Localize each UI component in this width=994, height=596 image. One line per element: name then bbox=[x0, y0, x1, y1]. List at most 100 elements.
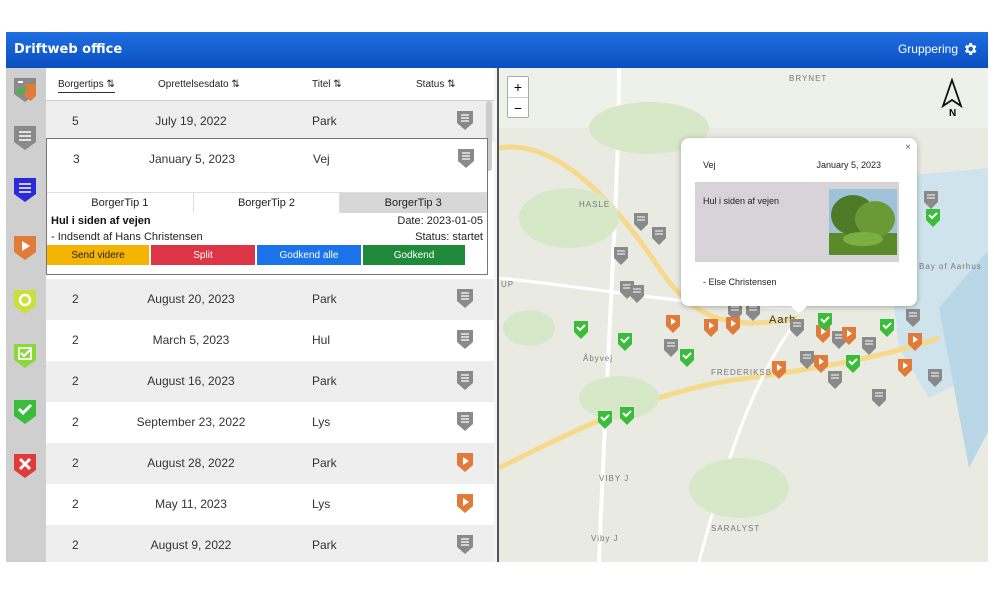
row-date: January 5, 2023 bbox=[148, 152, 236, 166]
map-marker-green[interactable] bbox=[817, 312, 833, 332]
table-row[interactable]: 2 August 20, 2023 Park bbox=[46, 279, 494, 320]
grouping-button[interactable]: Gruppering bbox=[898, 41, 978, 57]
zoom-out-button[interactable]: − bbox=[508, 98, 528, 118]
table-row[interactable]: 2 March 5, 2023 Hul bbox=[46, 320, 494, 361]
status-list-icon bbox=[456, 329, 474, 351]
godkend-alle-button[interactable]: Godkend alle bbox=[257, 245, 361, 265]
map-marker-green[interactable] bbox=[617, 332, 633, 352]
map-marker-green[interactable] bbox=[619, 406, 635, 426]
row-title: Park bbox=[312, 292, 337, 306]
map-marker-orange[interactable] bbox=[703, 318, 719, 338]
gear-icon bbox=[964, 43, 977, 55]
tab-borgertip-1[interactable]: BorgerTip 1 bbox=[47, 193, 194, 213]
row-title: Park bbox=[312, 114, 337, 128]
action-buttons: Send videre Split Godkend alle Godkend bbox=[47, 245, 487, 265]
filter-combined-icon[interactable] bbox=[12, 76, 38, 104]
map-label-viby-j: VIBY J bbox=[599, 474, 630, 483]
filter-play-orange-icon[interactable] bbox=[12, 234, 38, 262]
map-marker-green[interactable] bbox=[925, 208, 941, 228]
map-label-viby-j-station: Viby J bbox=[591, 534, 619, 543]
zoom-control: + − bbox=[507, 76, 529, 118]
row-title: Vej bbox=[313, 152, 330, 166]
map-marker-green[interactable] bbox=[845, 354, 861, 374]
send-videre-button[interactable]: Send videre bbox=[47, 245, 149, 265]
expanded-row: 3 January 5, 2023 Vej BorgerTip 1 Borger… bbox=[46, 138, 488, 275]
borgertip-tabs: BorgerTip 1 BorgerTip 2 BorgerTip 3 bbox=[47, 192, 488, 213]
map-marker-gray[interactable] bbox=[871, 388, 887, 408]
close-icon[interactable]: × bbox=[905, 142, 911, 153]
map-view[interactable]: + − N BRYNET HASLE Åbyvej FREDERIKSB VIB… bbox=[497, 68, 988, 562]
map-marker-gray[interactable] bbox=[651, 226, 667, 246]
tab-borgertip-2[interactable]: BorgerTip 2 bbox=[194, 193, 341, 213]
map-marker-orange[interactable] bbox=[841, 326, 857, 346]
tip-status: Status: startet bbox=[415, 231, 483, 243]
row-date: August 9, 2022 bbox=[150, 538, 232, 552]
column-borgertips[interactable]: Borgertips ⇅ bbox=[58, 79, 115, 93]
map-marker-orange[interactable] bbox=[813, 354, 829, 374]
filter-x-red-icon[interactable] bbox=[12, 452, 38, 480]
godkend-button[interactable]: Godkend bbox=[363, 245, 465, 265]
column-status[interactable]: Status ⇅ bbox=[416, 79, 456, 90]
map-marker-orange[interactable] bbox=[665, 314, 681, 334]
map-marker-orange[interactable] bbox=[907, 332, 923, 352]
map-marker-gray[interactable] bbox=[663, 338, 679, 358]
table-row[interactable]: 2 August 9, 2022 Park bbox=[46, 525, 494, 562]
filter-sidebar bbox=[6, 68, 46, 562]
row-date: May 11, 2023 bbox=[155, 497, 227, 511]
filter-check-green-icon[interactable] bbox=[12, 398, 38, 426]
tab-borgertip-3[interactable]: BorgerTip 3 bbox=[340, 193, 488, 213]
zoom-in-button[interactable]: + bbox=[508, 77, 528, 98]
table-row[interactable]: 5 July 19, 2022 Park bbox=[46, 101, 494, 142]
table-row[interactable]: 2 May 11, 2023 Lys bbox=[46, 484, 494, 525]
filter-check-box-green-icon[interactable] bbox=[12, 342, 38, 370]
popup-content: Hul i siden af vejen bbox=[695, 182, 899, 262]
map-marker-gray[interactable] bbox=[613, 246, 629, 266]
tip-date: Date: 2023-01-05 bbox=[397, 215, 483, 227]
table-row[interactable]: 2 September 23, 2022 Lys bbox=[46, 402, 494, 443]
filter-circle-yellow-icon[interactable] bbox=[12, 288, 38, 316]
row-title: Park bbox=[312, 456, 337, 470]
status-play-icon bbox=[456, 493, 474, 515]
map-marker-gray[interactable] bbox=[633, 212, 649, 232]
row-title: Park bbox=[312, 538, 337, 552]
map-marker-green[interactable] bbox=[597, 410, 613, 430]
map-marker-green[interactable] bbox=[679, 348, 695, 368]
tip-submitter: - Indsendt af Hans Christensen bbox=[51, 231, 203, 243]
row-date: March 5, 2023 bbox=[152, 333, 230, 347]
popup-description: Hul i siden af vejen bbox=[703, 196, 780, 206]
popup-author: - Else Christensen bbox=[703, 277, 777, 287]
app-title: Driftweb office bbox=[14, 42, 123, 57]
map-label-bay: Bay of Aarhus bbox=[919, 262, 982, 271]
popup-photo[interactable] bbox=[829, 189, 897, 255]
status-list-icon bbox=[457, 148, 475, 170]
map-marker-orange[interactable] bbox=[897, 358, 913, 378]
column-oprettelsesdato[interactable]: Oprettelsesdato ⇅ bbox=[158, 79, 240, 90]
map-marker-gray[interactable] bbox=[905, 308, 921, 328]
map-label-abyvej: Åbyvej bbox=[583, 354, 614, 363]
map-marker-gray[interactable] bbox=[827, 370, 843, 390]
status-play-icon bbox=[456, 452, 474, 474]
map-marker-gray[interactable] bbox=[861, 336, 877, 356]
map-marker-orange[interactable] bbox=[725, 316, 741, 336]
map-marker-gray[interactable] bbox=[923, 190, 939, 210]
map-marker-gray[interactable] bbox=[789, 318, 805, 338]
map-marker-gray[interactable] bbox=[927, 368, 943, 388]
map-marker-gray[interactable] bbox=[629, 284, 645, 304]
app-window: Driftweb office Gruppering Borgertips ⇅ … bbox=[6, 32, 988, 562]
table-row-selected[interactable]: 3 January 5, 2023 Vej bbox=[47, 139, 487, 183]
map-label-brynet: BRYNET bbox=[789, 74, 828, 83]
filter-list-gray-icon[interactable] bbox=[12, 124, 38, 152]
column-titel[interactable]: Titel ⇅ bbox=[312, 79, 342, 90]
table-row[interactable]: 2 August 28, 2022 Park bbox=[46, 443, 494, 484]
map-marker-green[interactable] bbox=[573, 320, 589, 340]
svg-text:N: N bbox=[949, 108, 956, 118]
popup-type: Vej bbox=[703, 160, 716, 170]
row-date: September 23, 2022 bbox=[136, 415, 246, 429]
table-row[interactable]: 2 August 16, 2023 Park bbox=[46, 361, 494, 402]
filter-list-blue-icon[interactable] bbox=[12, 176, 38, 204]
status-list-icon bbox=[456, 370, 474, 392]
row-title: Lys bbox=[312, 415, 331, 429]
split-button[interactable]: Split bbox=[151, 245, 255, 265]
map-marker-green[interactable] bbox=[879, 318, 895, 338]
map-marker-orange[interactable] bbox=[771, 360, 787, 380]
